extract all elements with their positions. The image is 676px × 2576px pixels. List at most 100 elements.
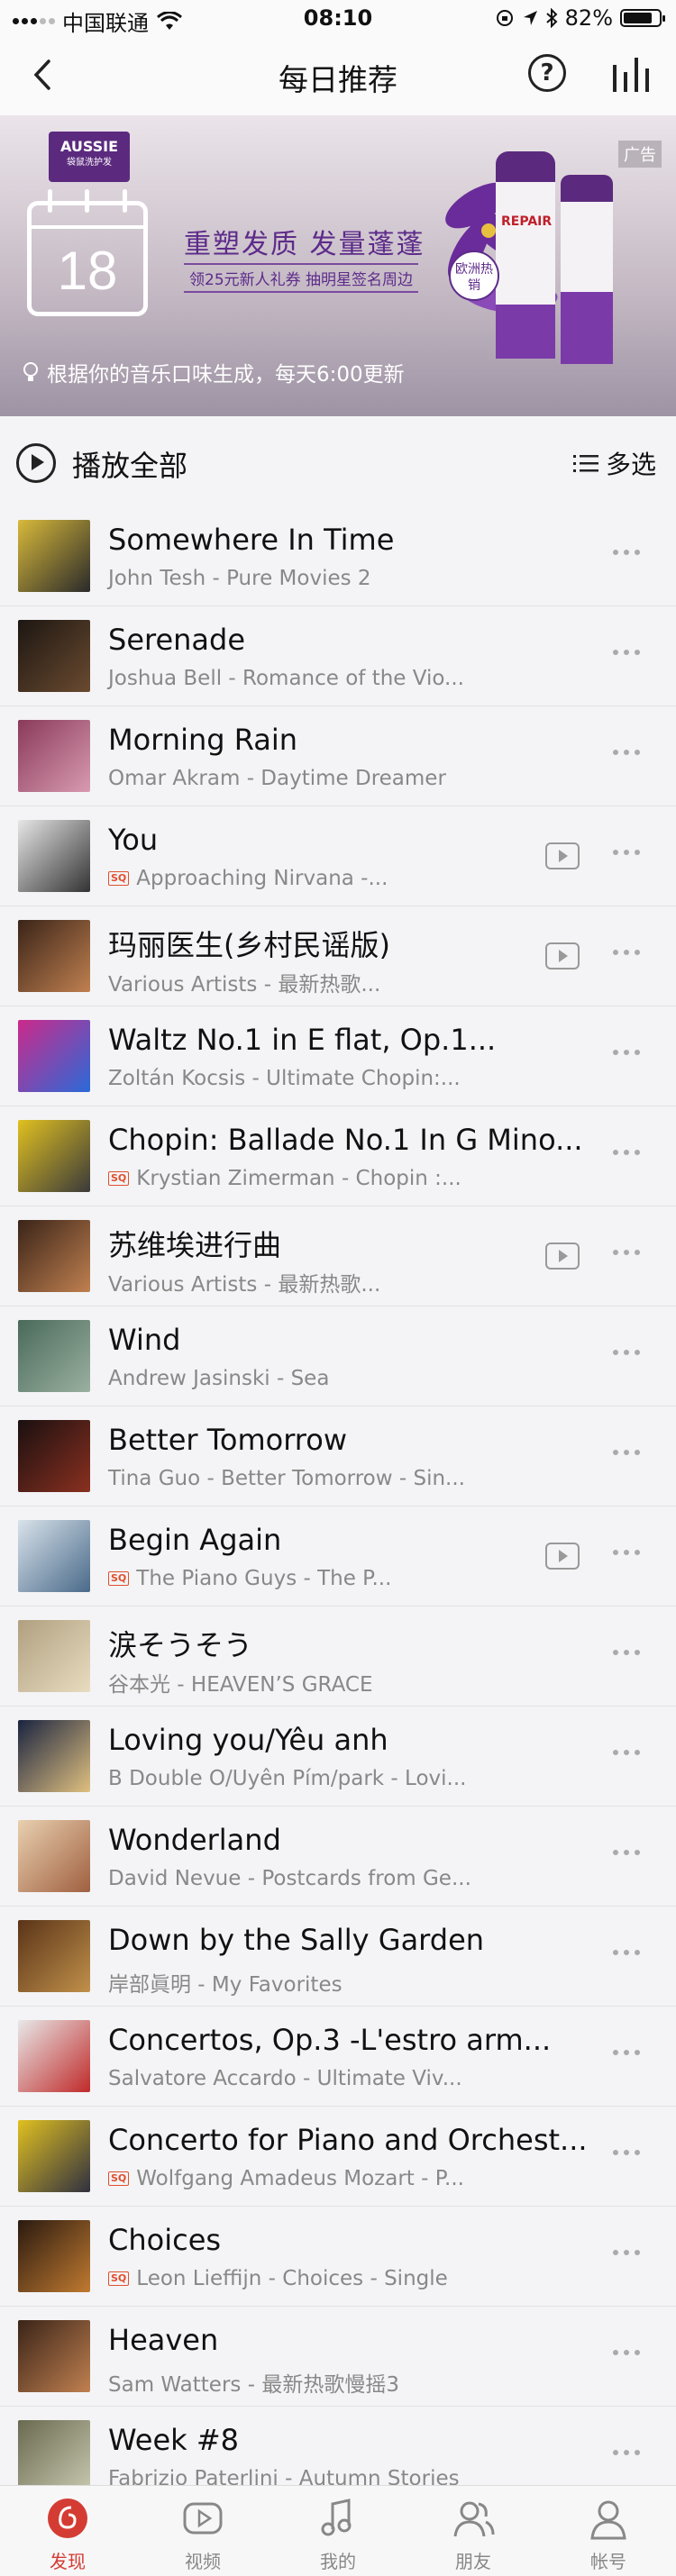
- daily-banner[interactable]: AUSSIE 袋鼠洗护发 18 重塑发质 发量蓬蓬 领25元新人礼券 抽明星签名周…: [0, 115, 676, 416]
- lightbulb-icon: [23, 362, 38, 381]
- artist-album: Sam Watters - 最新热歌慢摇3: [108, 2373, 399, 2397]
- more-options-icon[interactable]: [613, 1450, 640, 1455]
- song-title: Wonderland: [108, 1823, 281, 1857]
- song-row[interactable]: Wind Andrew Jasinski - Sea: [0, 1306, 676, 1406]
- album-cover: [18, 920, 90, 992]
- artist-album: Leon Lieffijn - Choices - Single: [136, 2267, 448, 2290]
- song-subtitle: Zoltán Kocsis - Ultimate Chopin:...: [108, 1067, 461, 1090]
- status-bar: 中国联通 08:10 82%: [0, 0, 676, 36]
- song-row[interactable]: Serenade Joshua Bell - Romance of the Vio…: [0, 606, 676, 706]
- song-title: Serenade: [108, 623, 246, 657]
- more-options-icon[interactable]: [613, 1550, 640, 1555]
- song-row[interactable]: Begin Again SQ The Piano Guys - The P...: [0, 1506, 676, 1607]
- tab-label: 我的: [320, 2551, 356, 2572]
- song-title: Better Tomorrow: [108, 1423, 347, 1457]
- song-title: Somewhere In Time: [108, 523, 395, 557]
- sq-badge: SQ: [108, 871, 130, 886]
- more-options-icon[interactable]: [613, 1050, 640, 1055]
- more-options-icon[interactable]: [613, 550, 640, 555]
- song-list: Somewhere In Time John Tesh - Pure Movies…: [0, 506, 676, 2507]
- song-row[interactable]: Somewhere In Time John Tesh - Pure Movies…: [0, 506, 676, 606]
- tab-bar: 发现 视频 我的 朋友 帐号: [0, 2485, 676, 2576]
- more-options-icon[interactable]: [613, 850, 640, 855]
- mv-play-icon[interactable]: [545, 842, 580, 869]
- more-options-icon[interactable]: [613, 1150, 640, 1155]
- more-options-icon[interactable]: [613, 2450, 640, 2455]
- more-options-icon[interactable]: [613, 2250, 640, 2255]
- song-subtitle: Omar Akram - Daytime Dreamer: [108, 767, 446, 790]
- artist-album: David Nevue - Postcards from Ge...: [108, 1867, 471, 1890]
- song-row[interactable]: 玛丽医生(乡村民谣版) Various Artists - 最新热歌...: [0, 906, 676, 1006]
- song-row[interactable]: Choices SQ Leon Lieffijn - Choices - Singl…: [0, 2207, 676, 2307]
- mv-play-icon[interactable]: [545, 1242, 580, 1270]
- multi-select-label: 多选: [605, 450, 656, 479]
- album-cover: [18, 1520, 90, 1592]
- artist-album: Wolfgang Amadeus Mozart - P...: [136, 2167, 464, 2190]
- multi-select-button[interactable]: 多选: [572, 445, 656, 481]
- song-row[interactable]: Down by the Sally Garden 岸部眞明 - My Favori…: [0, 1907, 676, 2007]
- song-row[interactable]: Concertos, Op.3 -L'estro arm... Salvatore…: [0, 2007, 676, 2107]
- play-all-button[interactable]: 播放全部: [72, 443, 187, 485]
- page-title: 每日推荐: [279, 62, 397, 97]
- song-row[interactable]: Heaven Sam Watters - 最新热歌慢摇3: [0, 2307, 676, 2407]
- song-row[interactable]: Chopin: Ballade No.1 In G Mino... SQ Kryst…: [0, 1106, 676, 1206]
- brand-subtitle: 袋鼠洗护发: [67, 158, 112, 168]
- more-options-icon[interactable]: [613, 1750, 640, 1755]
- album-cover: [18, 1720, 90, 1792]
- more-options-icon[interactable]: [613, 650, 640, 655]
- more-options-icon[interactable]: [613, 1250, 640, 1255]
- more-options-icon[interactable]: [613, 1650, 640, 1655]
- brand-logo: AUSSIE 袋鼠洗护发: [49, 132, 130, 182]
- more-options-icon[interactable]: [613, 2350, 640, 2355]
- product-bottle-2: [561, 175, 613, 364]
- more-options-icon[interactable]: [613, 2050, 640, 2055]
- artist-album: Approaching Nirvana -...: [136, 867, 388, 890]
- song-title: 苏维埃进行曲: [108, 1228, 282, 1262]
- more-options-icon[interactable]: [613, 750, 640, 755]
- song-subtitle: Various Artists - 最新热歌...: [108, 967, 380, 997]
- song-subtitle: Tina Guo - Better Tomorrow - Sin...: [108, 1467, 465, 1490]
- more-options-icon[interactable]: [613, 1350, 640, 1355]
- album-cover: [18, 520, 90, 592]
- song-title: Concertos, Op.3 -L'estro arm...: [108, 2023, 552, 2057]
- tab-account[interactable]: 帐号: [541, 2486, 676, 2576]
- song-row[interactable]: Loving you/Yêu anh B Double O/Uyên Pím/pa…: [0, 1707, 676, 1807]
- song-subtitle: SQ Wolfgang Amadeus Mozart - P...: [108, 2167, 464, 2190]
- tab-video[interactable]: 视频: [135, 2486, 270, 2576]
- song-title: Waltz No.1 in E flat, Op.1...: [108, 1023, 497, 1057]
- sq-badge: SQ: [108, 1171, 130, 1186]
- song-row[interactable]: Concerto for Piano and Orchest... SQ Wolfg…: [0, 2107, 676, 2207]
- now-playing-icon[interactable]: [609, 52, 654, 97]
- more-options-icon[interactable]: [613, 950, 640, 955]
- friends-icon: [453, 2501, 495, 2537]
- play-all-icon[interactable]: [16, 443, 56, 483]
- song-row[interactable]: 涙そうそう 谷本光 - HEAVEN’S GRACE: [0, 1607, 676, 1707]
- mv-play-icon[interactable]: [545, 942, 580, 969]
- song-title: Loving you/Yêu anh: [108, 1723, 388, 1757]
- song-subtitle: 谷本光 - HEAVEN’S GRACE: [108, 1667, 373, 1698]
- tab-music-note[interactable]: 我的: [270, 2486, 406, 2576]
- more-options-icon[interactable]: [613, 2150, 640, 2155]
- tab-friends[interactable]: 朋友: [406, 2486, 541, 2576]
- song-subtitle: Joshua Bell - Romance of the Vio...: [108, 667, 464, 690]
- refresh-note: 根据你的音乐口味生成，每天6:00更新: [47, 363, 405, 387]
- song-row[interactable]: Waltz No.1 in E flat, Op.1... Zoltán Kocs…: [0, 1006, 676, 1106]
- artist-album: The Piano Guys - The P...: [136, 1567, 392, 1590]
- sq-badge: SQ: [108, 2171, 130, 2186]
- help-button[interactable]: ?: [528, 54, 566, 92]
- song-row[interactable]: 苏维埃进行曲 Various Artists - 最新热歌...: [0, 1206, 676, 1306]
- more-options-icon[interactable]: [613, 1950, 640, 1955]
- album-cover: [18, 1120, 90, 1192]
- song-row[interactable]: Morning Rain Omar Akram - Daytime Dreamer: [0, 706, 676, 806]
- tab-discover[interactable]: 发现: [0, 2486, 135, 2576]
- artist-album: 岸部眞明 - My Favorites: [108, 1973, 343, 1997]
- song-row[interactable]: You SQ Approaching Nirvana -...: [0, 806, 676, 906]
- song-title: Choices: [108, 2223, 222, 2257]
- song-title: Chopin: Ballade No.1 In G Mino...: [108, 1123, 583, 1157]
- song-row[interactable]: Better Tomorrow Tina Guo - Better Tomorro…: [0, 1406, 676, 1506]
- song-title: Concerto for Piano and Orchest...: [108, 2123, 588, 2157]
- artist-album: Krystian Zimerman - Chopin :...: [136, 1167, 461, 1190]
- song-row[interactable]: Wonderland David Nevue - Postcards from G…: [0, 1807, 676, 1907]
- mv-play-icon[interactable]: [545, 1543, 580, 1570]
- more-options-icon[interactable]: [613, 1850, 640, 1855]
